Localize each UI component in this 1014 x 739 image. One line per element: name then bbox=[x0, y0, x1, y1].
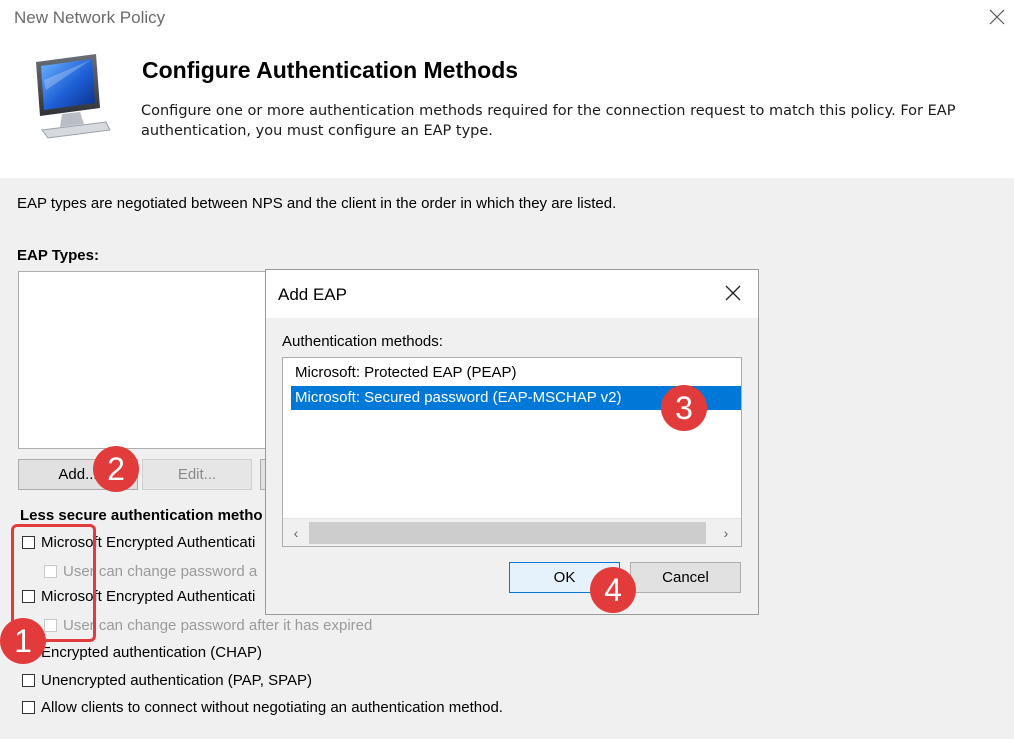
window-title: New Network Policy bbox=[14, 8, 166, 27]
checkbox-box[interactable] bbox=[22, 674, 35, 687]
checkbox-label: Encrypted authentication (CHAP) bbox=[41, 644, 262, 661]
annotation-badge-3: 3 bbox=[661, 385, 707, 431]
checkbox-pap[interactable]: Unencrypted authentication (PAP, SPAP) bbox=[22, 672, 312, 689]
eap-types-label: EAP Types: bbox=[17, 247, 99, 264]
authentication-methods-list[interactable]: Microsoft: Protected EAP (PEAP) Microsof… bbox=[282, 357, 742, 547]
checkbox-no-auth[interactable]: Allow clients to connect without negotia… bbox=[22, 699, 503, 716]
scrollbar-thumb[interactable] bbox=[309, 522, 706, 544]
close-icon[interactable] bbox=[986, 6, 1008, 28]
less-secure-label: Less secure authentication metho bbox=[20, 507, 263, 524]
annotation-badge-2: 2 bbox=[93, 446, 139, 492]
checkbox-label: Unencrypted authentication (PAP, SPAP) bbox=[41, 672, 312, 689]
annotation-badge-1: 1 bbox=[0, 618, 46, 664]
eap-types-list[interactable] bbox=[18, 271, 270, 449]
annotation-badge-4: 4 bbox=[590, 567, 636, 613]
cancel-button[interactable]: Cancel bbox=[630, 562, 741, 593]
checkbox-label: User can change password after it has ex… bbox=[63, 617, 373, 634]
dialog-title: Add EAP bbox=[278, 285, 347, 304]
close-icon[interactable] bbox=[724, 284, 742, 302]
list-item[interactable]: Microsoft: Protected EAP (PEAP) bbox=[291, 361, 520, 385]
checkbox-label: Allow clients to connect without negotia… bbox=[41, 699, 503, 716]
edit-button[interactable]: Edit... bbox=[142, 459, 252, 490]
horizontal-scrollbar[interactable]: ‹ › bbox=[283, 518, 741, 546]
scroll-left-icon[interactable]: ‹ bbox=[287, 523, 305, 543]
eap-order-note: EAP types are negotiated between NPS and… bbox=[17, 195, 617, 212]
scroll-right-icon[interactable]: › bbox=[717, 523, 735, 543]
add-eap-dialog: Add EAP Authentication methods: Microsof… bbox=[265, 269, 759, 615]
dialog-titlebar: Add EAP bbox=[266, 270, 758, 318]
page-description: Configure one or more authentication met… bbox=[141, 103, 956, 139]
page-title: Configure Authentication Methods bbox=[142, 57, 519, 83]
checkbox-box[interactable] bbox=[22, 701, 35, 714]
authentication-methods-label: Authentication methods: bbox=[282, 333, 443, 350]
checkbox-chap[interactable]: Encrypted authentication (CHAP) bbox=[22, 644, 262, 661]
monitor-icon bbox=[36, 54, 111, 139]
